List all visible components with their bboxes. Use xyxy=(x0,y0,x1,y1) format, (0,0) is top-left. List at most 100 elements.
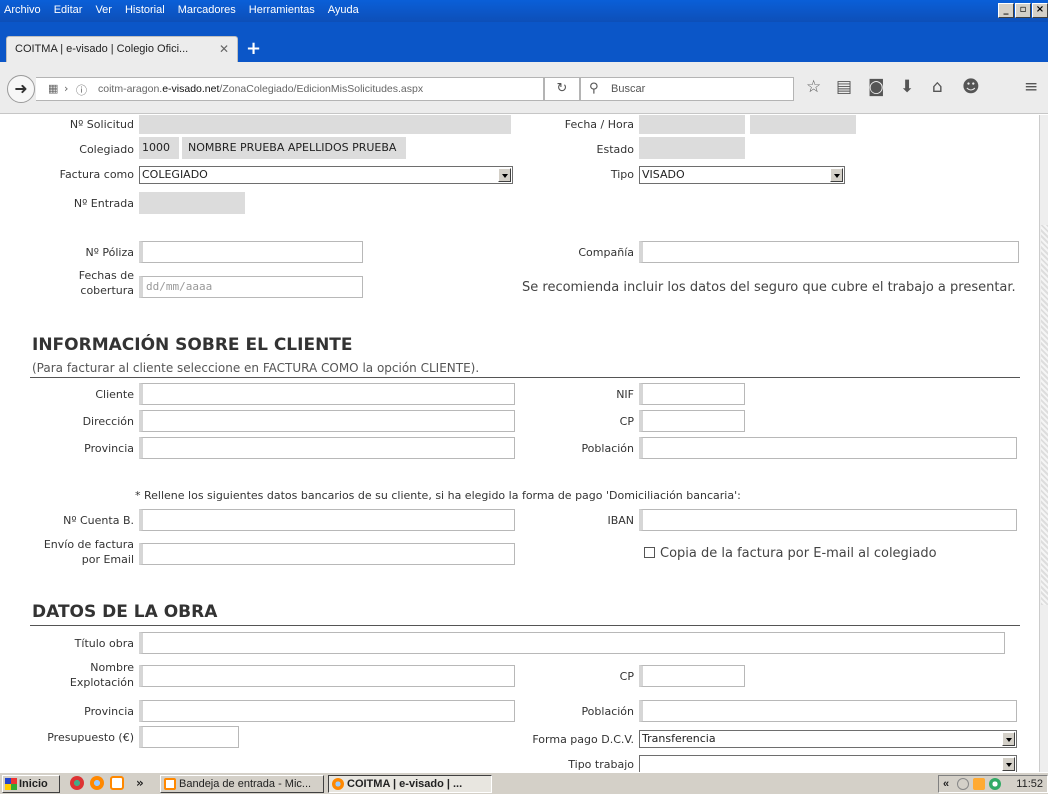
chevron-down-icon xyxy=(1002,732,1015,746)
obra-provincia-input[interactable] xyxy=(139,700,515,722)
tipo-trabajo-label: Tipo trabajo xyxy=(568,758,634,771)
menu-historial[interactable]: Historial xyxy=(125,4,165,16)
obra-cp-input[interactable] xyxy=(639,665,745,687)
menu-editar[interactable]: Editar xyxy=(54,4,83,16)
download-icon[interactable]: ⬇ xyxy=(900,77,914,97)
minimize-button[interactable]: _ xyxy=(998,3,1014,18)
reload-button[interactable]: ↻ xyxy=(544,77,580,101)
tipo-trabajo-select[interactable] xyxy=(639,755,1017,772)
clock: 11:52 xyxy=(1016,778,1043,790)
pocket-icon[interactable]: ◙ xyxy=(868,77,885,97)
home-icon[interactable]: ⌂ xyxy=(932,77,943,97)
url-bar[interactable]: ▦ › ⓘ coitm-aragon.e-visado.net/ZonaCole… xyxy=(36,77,544,101)
forma-pago-label: Forma pago D.C.V. xyxy=(532,733,634,746)
iban-input[interactable] xyxy=(639,509,1017,531)
menu-ver[interactable]: Ver xyxy=(95,4,112,16)
menu-ayuda[interactable]: Ayuda xyxy=(328,4,359,16)
cliente-poblacion-label: Población xyxy=(581,442,634,455)
iban-label: IBAN xyxy=(607,514,634,527)
scrollbar-thumb[interactable] xyxy=(1041,225,1048,605)
chevron-down-icon xyxy=(498,168,511,182)
cliente-provincia-label: Provincia xyxy=(84,442,134,455)
chevron-right-icon: › xyxy=(64,82,69,95)
solicitud-field xyxy=(139,115,511,134)
presupuesto-label: Presupuesto (€) xyxy=(47,731,134,744)
taskbar-item-outlook[interactable]: Bandeja de entrada - Mic... xyxy=(160,775,324,793)
colegiado-name: NOMBRE PRUEBA APELLIDOS PRUEBA xyxy=(182,137,406,159)
cliente-poblacion-input[interactable] xyxy=(639,437,1017,459)
menu-bar: Archivo Editar Ver Historial Marcadores … xyxy=(0,0,1048,22)
tab-close-icon[interactable]: ✕ xyxy=(219,42,229,56)
factura-como-label: Factura como xyxy=(59,168,134,181)
obra-cp-label: CP xyxy=(619,670,634,683)
system-tray: « 11:52 xyxy=(938,775,1048,793)
direccion-input[interactable] xyxy=(139,410,515,432)
restore-button[interactable]: ▫ xyxy=(1015,3,1031,18)
page-content: Nº Solicitud Colegiado 1000 NOMBRE PRUEB… xyxy=(0,115,1048,772)
nombre-explotacion-input[interactable] xyxy=(139,665,515,687)
copia-checkbox[interactable] xyxy=(644,547,655,558)
compania-input[interactable] xyxy=(639,241,1019,263)
fecha-field xyxy=(639,115,745,134)
nif-input[interactable] xyxy=(639,383,745,405)
tab-strip: COITMA | e-visado | Colegio Ofici... ✕ + xyxy=(0,22,1048,62)
compania-label: Compañía xyxy=(578,246,634,259)
search-bar[interactable]: ⚲ Buscar xyxy=(580,77,794,101)
nombre-explotacion-label: Nombre Explotación xyxy=(69,661,134,689)
cliente-divider xyxy=(30,377,1020,378)
tipo-label: Tipo xyxy=(610,168,634,181)
obra-poblacion-label: Población xyxy=(581,705,634,718)
info-icon[interactable]: ⓘ xyxy=(76,82,87,98)
copia-label: Copia de la factura por E-mail al colegi… xyxy=(660,546,937,561)
quicklaunch-chevron[interactable]: » xyxy=(136,776,144,790)
cuenta-label: Nº Cuenta B. xyxy=(63,514,134,527)
cliente-provincia-input[interactable] xyxy=(139,437,515,459)
bookmark-star-icon[interactable]: ☆ xyxy=(806,77,821,97)
chrome-icon[interactable] xyxy=(70,776,84,790)
cuenta-input[interactable] xyxy=(139,509,515,531)
titulo-obra-input[interactable] xyxy=(139,632,1005,654)
firefox-icon[interactable] xyxy=(90,776,104,790)
taskbar-item-label: COITMA | e-visado | ... xyxy=(347,778,463,790)
outlook-icon[interactable] xyxy=(110,776,124,790)
close-window-button[interactable]: × xyxy=(1032,3,1048,18)
forma-pago-select[interactable]: Transferencia xyxy=(639,730,1017,748)
envio-factura-input[interactable] xyxy=(139,543,515,565)
outlook-tray-icon[interactable] xyxy=(973,778,985,790)
entrada-label: Nº Entrada xyxy=(73,197,134,210)
hamburger-menu-icon[interactable]: ≡ xyxy=(1024,77,1038,97)
taskbar-item-firefox[interactable]: COITMA | e-visado | ... xyxy=(328,775,492,793)
windows-taskbar: Inicio » Bandeja de entrada - Mic... COI… xyxy=(0,772,1048,794)
menu-herramientas[interactable]: Herramientas xyxy=(249,4,315,16)
obra-divider xyxy=(30,625,1020,626)
fechas-cobertura-input[interactable]: dd/mm/aaaa xyxy=(139,276,363,298)
entrada-field xyxy=(139,192,245,214)
tipo-select[interactable]: VISADO xyxy=(639,166,845,184)
menu-marcadores[interactable]: Marcadores xyxy=(178,4,236,16)
presupuesto-input[interactable] xyxy=(139,726,239,748)
browser-tab[interactable]: COITMA | e-visado | Colegio Ofici... ✕ xyxy=(6,36,238,62)
factura-como-select[interactable]: COLEGIADO xyxy=(139,166,513,184)
fechas-cobertura-label: Fechas de cobertura xyxy=(78,269,134,297)
hello-icon[interactable]: ☻ xyxy=(962,77,980,97)
obra-poblacion-input[interactable] xyxy=(639,700,1017,722)
tray-chevron[interactable]: « xyxy=(943,776,949,792)
reader-icon[interactable]: ▦ xyxy=(48,82,58,95)
menu-archivo[interactable]: Archivo xyxy=(4,4,41,16)
cliente-section-title: INFORMACIÓN SOBRE EL CLIENTE xyxy=(32,335,353,355)
bank-note: * Rellene los siguientes datos bancarios… xyxy=(135,489,741,502)
hora-field xyxy=(750,115,856,134)
network-icon[interactable] xyxy=(957,778,969,790)
cliente-cp-input[interactable] xyxy=(639,410,745,432)
search-icon: ⚲ xyxy=(589,81,599,96)
new-tab-icon[interactable]: + xyxy=(246,38,261,59)
bookmarks-menu-icon[interactable]: ▤ xyxy=(836,77,852,97)
update-icon[interactable] xyxy=(989,778,1001,790)
back-arrow-icon: ➜ xyxy=(14,79,28,98)
start-button[interactable]: Inicio xyxy=(2,775,60,793)
back-button[interactable]: ➜ xyxy=(7,75,35,103)
page-scrollbar[interactable] xyxy=(1039,115,1048,772)
factura-como-value: COLEGIADO xyxy=(142,168,208,181)
poliza-input[interactable] xyxy=(139,241,363,263)
cliente-input[interactable] xyxy=(139,383,515,405)
